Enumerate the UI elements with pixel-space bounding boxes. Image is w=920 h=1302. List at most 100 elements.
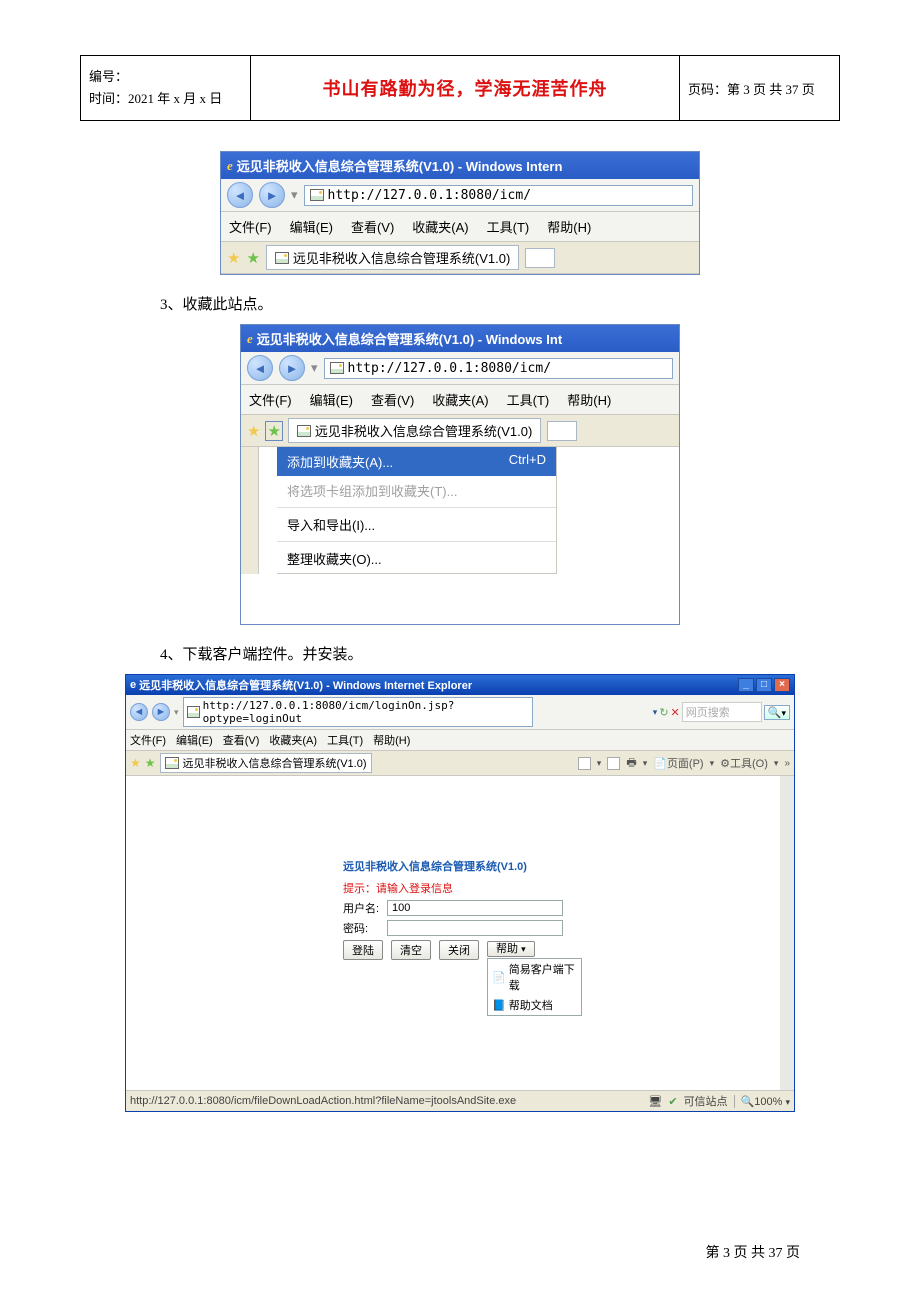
favorites-add-shortcut: Ctrl+D bbox=[509, 452, 546, 471]
username-label: 用户名: bbox=[343, 900, 381, 916]
browser-tab-2[interactable]: 远见非税收入信息综合管理系统(V1.0) bbox=[288, 418, 541, 443]
menu-tools[interactable]: 工具(T) bbox=[487, 217, 530, 236]
ie-screenshot-1: e 远见非税收入信息综合管理系统(V1.0) - Windows Intern … bbox=[220, 151, 700, 275]
menu-help[interactable]: 帮助(H) bbox=[373, 732, 410, 748]
menu-help[interactable]: 帮助(H) bbox=[567, 390, 611, 409]
forward-button[interactable]: ► bbox=[279, 355, 305, 381]
content-area-top bbox=[126, 776, 794, 854]
add-favorite-star-icon[interactable]: ★ bbox=[145, 756, 156, 770]
tools-menu[interactable]: ⚙工具(O) bbox=[720, 755, 768, 771]
zoom-control[interactable]: 🔍100% ▾ bbox=[734, 1095, 790, 1108]
tab-page-icon bbox=[165, 757, 179, 769]
menu-file[interactable]: 文件(F) bbox=[249, 390, 292, 409]
username-input[interactable] bbox=[387, 900, 563, 916]
menu-file[interactable]: 文件(F) bbox=[229, 217, 272, 236]
menu-favorites[interactable]: 收藏夹(A) bbox=[412, 217, 468, 236]
favorites-add-item[interactable]: 添加到收藏夹(A)... Ctrl+D bbox=[277, 447, 556, 476]
go-dropdown-icon[interactable]: ▾ bbox=[653, 707, 658, 718]
minimize-button[interactable]: _ bbox=[738, 678, 754, 692]
address-bar-2[interactable]: http://127.0.0.1:8080/icm/ bbox=[324, 358, 673, 379]
login-title: 远见非税收入信息综合管理系统(V1.0) bbox=[343, 858, 563, 874]
ie-screenshot-3: e 远见非税收入信息综合管理系统(V1.0) - Windows Interne… bbox=[125, 674, 795, 1112]
page-header: 编号： 时间：2021 年 x 月 x 日 书山有路勤为径，学海无涯苦作舟 页码… bbox=[80, 55, 840, 121]
refresh-icon[interactable]: ↻ bbox=[659, 706, 668, 719]
login-panel: 远见非税收入信息综合管理系统(V1.0) 提示：请输入登录信息 用户名: 密码:… bbox=[343, 858, 563, 960]
favorites-star-icon[interactable]: ★ bbox=[247, 422, 260, 440]
menu-file[interactable]: 文件(F) bbox=[130, 732, 166, 748]
menu-bar-3: 文件(F) 编辑(E) 查看(V) 收藏夹(A) 工具(T) 帮助(H) bbox=[126, 730, 794, 751]
menu-favorites[interactable]: 收藏夹(A) bbox=[432, 390, 488, 409]
nav-dropdown-icon[interactable]: ▾ bbox=[311, 360, 318, 376]
nav-dropdown-icon[interactable]: ▾ bbox=[174, 707, 179, 718]
window-buttons: _ □ × bbox=[738, 678, 790, 692]
menu-help[interactable]: 帮助(H) bbox=[547, 217, 591, 236]
help-menu-doc[interactable]: 📘帮助文档 bbox=[488, 995, 581, 1015]
url-text: http://127.0.0.1:8080/icm/ bbox=[328, 188, 532, 203]
menu-view[interactable]: 查看(V) bbox=[223, 732, 260, 748]
page-icon bbox=[187, 706, 200, 718]
menu-edit[interactable]: 编辑(E) bbox=[176, 732, 213, 748]
nav-dropdown-icon[interactable]: ▾ bbox=[291, 187, 298, 203]
favorites-import-export-item[interactable]: 导入和导出(I)... bbox=[277, 510, 556, 539]
doc-small-icon: 📘 bbox=[492, 999, 506, 1012]
home-icon[interactable] bbox=[578, 757, 591, 770]
serial-label: 编号： bbox=[89, 66, 242, 88]
feeds-icon[interactable] bbox=[607, 757, 620, 770]
help-menu-download[interactable]: 📄简易客户端下载 bbox=[488, 959, 581, 995]
window-title: 远见非税收入信息综合管理系统(V1.0) - Windows Intern bbox=[237, 156, 563, 175]
tab-row-2: ★ ★ 远见非税收入信息综合管理系统(V1.0) bbox=[241, 415, 679, 447]
status-url: http://127.0.0.1:8080/icm/fileDownLoadAc… bbox=[130, 1095, 516, 1107]
title-bar-2: e 远见非税收入信息综合管理系统(V1.0) - Windows Int bbox=[241, 325, 679, 352]
password-input[interactable] bbox=[387, 920, 563, 936]
add-favorite-star-icon[interactable]: ★ bbox=[246, 249, 259, 267]
forward-button[interactable]: ► bbox=[152, 703, 170, 721]
browser-tab[interactable]: 远见非税收入信息综合管理系统(V1.0) bbox=[266, 245, 519, 270]
close-button[interactable]: × bbox=[774, 678, 790, 692]
menu-tools[interactable]: 工具(T) bbox=[327, 732, 363, 748]
login-button[interactable]: 登陆 bbox=[343, 940, 383, 960]
new-tab-button[interactable] bbox=[547, 421, 577, 441]
add-favorite-star-icon-active[interactable]: ★ bbox=[266, 422, 281, 440]
menu-edit[interactable]: 编辑(E) bbox=[310, 390, 353, 409]
search-box[interactable]: 网页搜索 bbox=[682, 702, 762, 722]
address-bar-3[interactable]: http://127.0.0.1:8080/icm/loginOn.jsp?op… bbox=[183, 697, 533, 727]
forward-button[interactable]: ► bbox=[259, 182, 285, 208]
internet-zone-icon: 🖥 bbox=[648, 1095, 662, 1108]
favorites-organize-item[interactable]: 整理收藏夹(O)... bbox=[277, 544, 556, 573]
menu-view[interactable]: 查看(V) bbox=[351, 217, 394, 236]
back-button[interactable]: ◄ bbox=[227, 182, 253, 208]
help-button[interactable]: 帮助 ▾ bbox=[487, 941, 535, 957]
back-button[interactable]: ◄ bbox=[130, 703, 148, 721]
menu-view[interactable]: 查看(V) bbox=[371, 390, 414, 409]
clear-button[interactable]: 清空 bbox=[391, 940, 431, 960]
tab-row-3: ★ ★ 远见非税收入信息综合管理系统(V1.0) ▾ 🖶▾ 📄页面(P)▾ ⚙工… bbox=[126, 751, 794, 776]
url-text-3: http://127.0.0.1:8080/icm/loginOn.jsp?op… bbox=[203, 699, 529, 725]
back-button[interactable]: ◄ bbox=[247, 355, 273, 381]
browser-tab-3[interactable]: 远见非税收入信息综合管理系统(V1.0) bbox=[160, 753, 372, 773]
expand-icon[interactable]: » bbox=[784, 758, 790, 769]
address-bar[interactable]: http://127.0.0.1:8080/icm/ bbox=[304, 185, 693, 206]
favorites-star-icon[interactable]: ★ bbox=[227, 249, 240, 267]
url-text-2: http://127.0.0.1:8080/icm/ bbox=[348, 361, 552, 376]
nav-row-3: ◄ ► ▾ http://127.0.0.1:8080/icm/loginOn.… bbox=[126, 695, 794, 730]
favorites-star-icon[interactable]: ★ bbox=[130, 756, 141, 770]
new-tab-button[interactable] bbox=[525, 248, 555, 268]
menu-edit[interactable]: 编辑(E) bbox=[290, 217, 333, 236]
menu-tools[interactable]: 工具(T) bbox=[507, 390, 550, 409]
stop-icon[interactable]: ✕ bbox=[671, 706, 680, 719]
menu-favorites[interactable]: 收藏夹(A) bbox=[269, 732, 317, 748]
page-icon bbox=[330, 362, 344, 374]
title-bar-3: e 远见非税收入信息综合管理系统(V1.0) - Windows Interne… bbox=[126, 675, 794, 695]
print-icon[interactable]: 🖶 bbox=[626, 754, 636, 773]
search-button[interactable]: 🔍▾ bbox=[764, 705, 790, 720]
tab-label-3: 远见非税收入信息综合管理系统(V1.0) bbox=[183, 755, 367, 771]
login-hint: 提示：请输入登录信息 bbox=[343, 880, 563, 896]
close-form-button[interactable]: 关闭 bbox=[439, 940, 479, 960]
menu-bar: 文件(F) 编辑(E) 查看(V) 收藏夹(A) 工具(T) 帮助(H) bbox=[221, 212, 699, 242]
page-menu[interactable]: 📄页面(P) bbox=[653, 755, 703, 771]
nav-row: ◄ ► ▾ http://127.0.0.1:8080/icm/ bbox=[221, 179, 699, 212]
shield-icon: ✔ bbox=[668, 1095, 677, 1108]
header-right: 页码：第 3 页 共 37 页 bbox=[680, 56, 840, 121]
maximize-button[interactable]: □ bbox=[756, 678, 772, 692]
tab-page-icon bbox=[297, 425, 311, 437]
